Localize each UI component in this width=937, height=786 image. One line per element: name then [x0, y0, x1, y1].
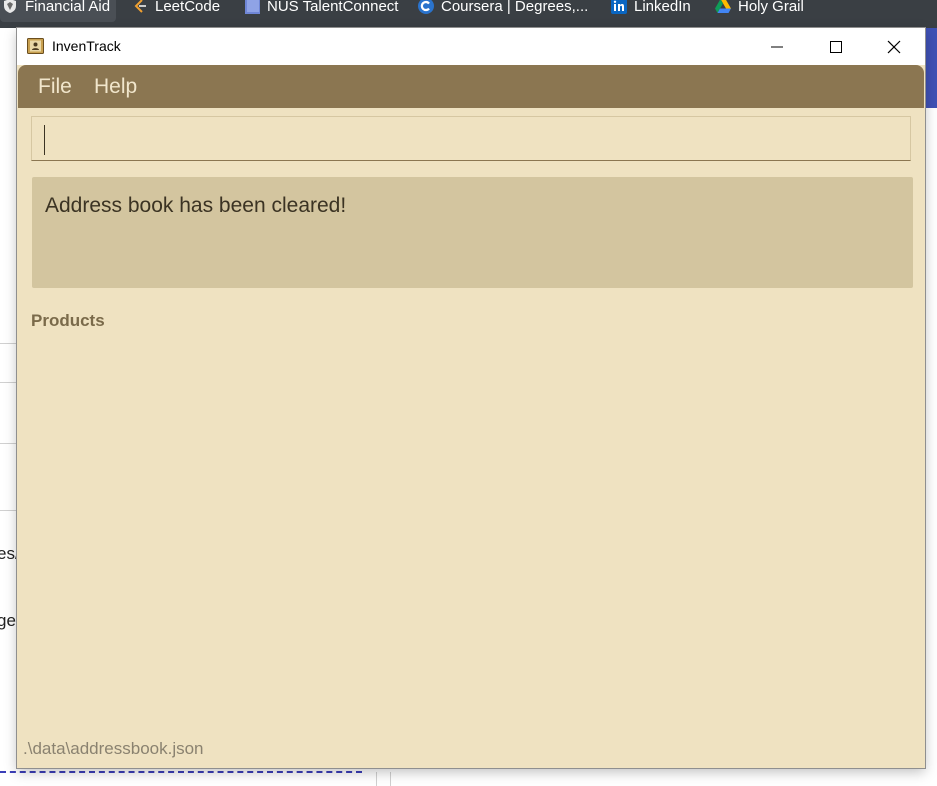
bookmark-financial-aid[interactable]: Financial Aid [0, 0, 117, 22]
command-input[interactable] [31, 116, 911, 161]
minimize-button[interactable] [748, 28, 806, 65]
result-message: Address book has been cleared! [45, 194, 347, 217]
close-icon [887, 40, 901, 53]
bookmark-leetcode[interactable]: LeetCode [132, 0, 220, 22]
menu-help[interactable]: Help [94, 74, 137, 100]
bookmark-label: NUS TalentConnect [267, 0, 399, 15]
window-titlebar[interactable]: InvenTrack [17, 28, 925, 65]
bookmark-nus-talentconnect[interactable]: NUS TalentConnect [244, 0, 398, 22]
background-divider [390, 772, 391, 786]
background-dashed-line [0, 771, 362, 773]
text-caret [44, 125, 45, 155]
background-divider [0, 382, 17, 383]
app-window: InvenTrack File Help Address book has be… [17, 28, 925, 768]
document-icon [245, 0, 260, 14]
minimize-icon [771, 46, 783, 47]
close-button[interactable] [865, 28, 923, 65]
window-title: InvenTrack [52, 38, 121, 54]
background-divider [0, 510, 17, 511]
bookmark-label: Financial Aid [25, 0, 111, 15]
background-divider [376, 772, 377, 786]
leetcode-icon [134, 0, 146, 13]
bookmark-label: LinkedIn [634, 0, 691, 15]
coursera-icon [418, 0, 434, 14]
background-divider [0, 343, 17, 344]
bookmark-label: Holy Grail [738, 0, 804, 15]
menu-bar: File Help [18, 65, 924, 108]
bookmark-label: LeetCode [155, 0, 221, 15]
status-bar-file-path: .\data\addressbook.json [23, 739, 204, 758]
bookmark-label: Coursera | Degrees,... [441, 0, 589, 15]
bookmark-coursera[interactable]: Coursera | Degrees,... [418, 0, 588, 22]
bookmark-linkedin[interactable]: LinkedIn [611, 0, 691, 22]
menu-file[interactable]: File [38, 74, 72, 100]
linkedin-icon [611, 0, 627, 14]
google-drive-icon [715, 0, 731, 13]
address-book-icon [27, 38, 44, 54]
maximize-icon [830, 40, 842, 53]
browser-bookmarks-bar: Financial Aid LeetCode NUS TalentConnect… [0, 0, 937, 28]
background-divider [0, 443, 17, 444]
maximize-button[interactable] [807, 28, 865, 65]
shield-icon [4, 0, 16, 13]
bookmark-holy-grail[interactable]: Holy Grail [715, 0, 804, 22]
products-heading: Products [31, 311, 105, 330]
product-list-panel[interactable] [31, 338, 911, 733]
result-display: Address book has been cleared! [32, 177, 913, 288]
